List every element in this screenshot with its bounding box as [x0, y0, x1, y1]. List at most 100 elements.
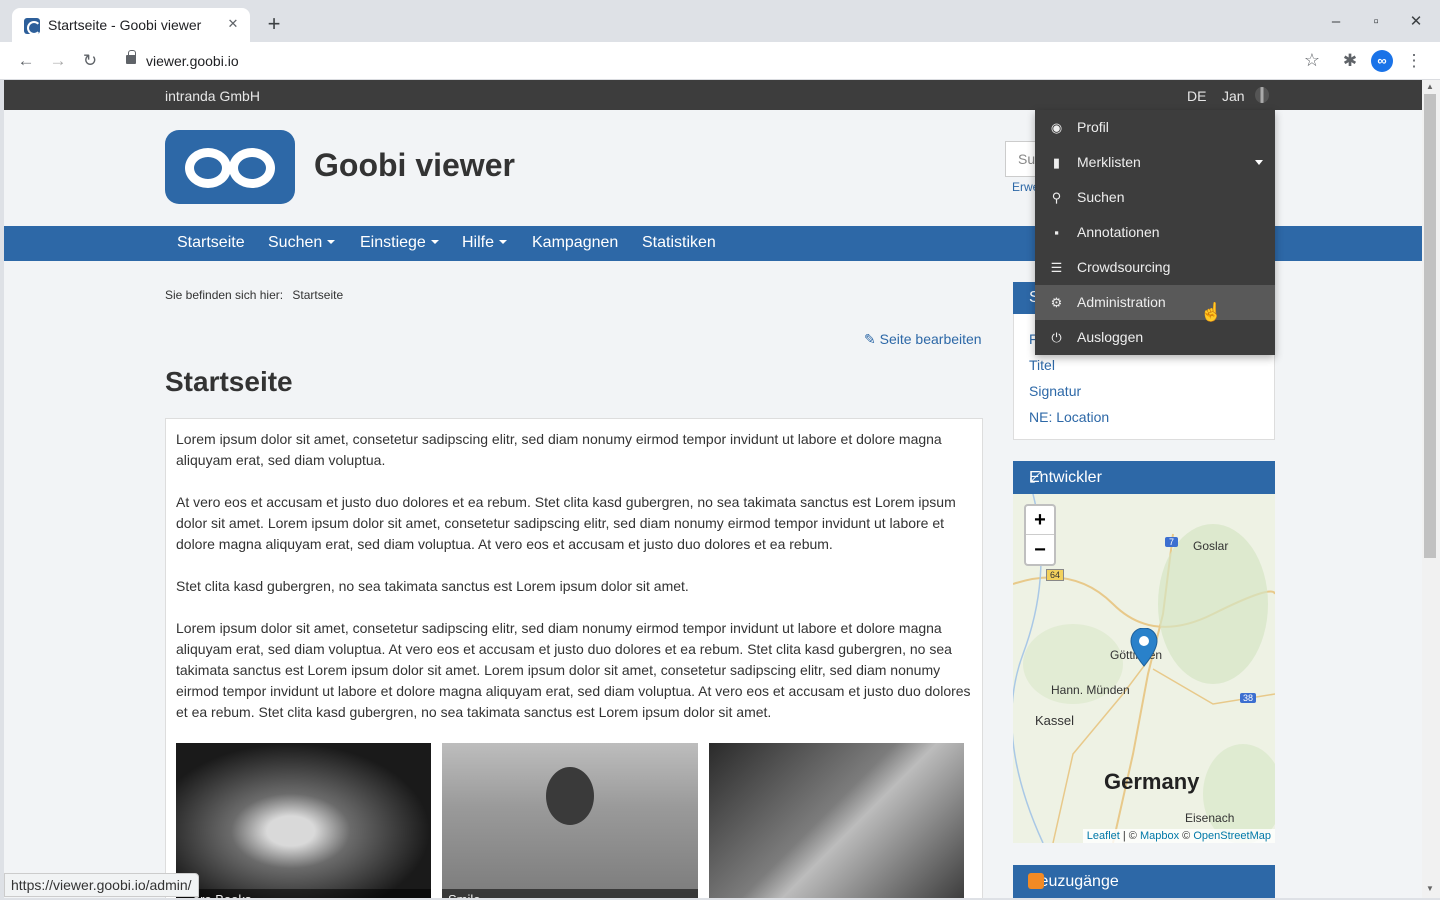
tab-close-icon[interactable]: ✕ [224, 15, 242, 33]
user-name[interactable]: Jan [1222, 88, 1245, 104]
page-title: Startseite [165, 366, 293, 397]
extensions-icon[interactable]: ✱ [1339, 50, 1361, 72]
map-label-hann-muenden: Hann. Münden [1051, 683, 1130, 697]
bookmark-star-icon[interactable]: ☆ [1304, 50, 1320, 71]
osm-link[interactable]: OpenStreetMap [1193, 830, 1271, 842]
rss-icon[interactable] [1028, 873, 1044, 889]
nav-kampagnen[interactable]: Kampagnen [532, 234, 618, 252]
url-text: viewer.goobi.io [146, 53, 239, 69]
nav-suchen[interactable]: Suchen [268, 234, 336, 252]
scrollbar-thumb[interactable] [1424, 94, 1436, 558]
reload-icon[interactable]: ↻ [79, 50, 101, 72]
org-name[interactable]: intranda GmbH [165, 88, 260, 104]
menu-item-administration[interactable]: ⚙ Administration [1035, 285, 1275, 320]
browser-tabstrip: Startseite - Goobi viewer ✕ + – ▫ ✕ [0, 0, 1440, 42]
map-label-kassel: Kassel [1035, 713, 1075, 728]
tab-title: Startseite - Goobi viewer [48, 17, 202, 33]
map-label-eisenach: Eisenach [1185, 811, 1235, 825]
bookmark-icon: ▮ [1052, 155, 1061, 170]
pencil-icon: ✎ [864, 331, 880, 347]
menu-item-suchen[interactable]: ⚲ Suchen [1035, 180, 1275, 215]
scroll-up-icon[interactable]: ▲ [1425, 82, 1435, 92]
menu-item-merklisten[interactable]: ▮ Merklisten [1035, 145, 1275, 180]
mapbox-link[interactable]: Mapbox [1140, 830, 1179, 842]
new-items-widget-header: Neuzugänge [1013, 865, 1275, 898]
hand-cursor-icon: ☝ [1200, 302, 1223, 322]
leaflet-link[interactable]: Leaflet [1087, 830, 1120, 842]
map-canvas[interactable]: + − 7 Goslar 64 Göttingen Hann. Münden 3… [1013, 494, 1275, 843]
zoom-out-button[interactable]: − [1026, 536, 1054, 565]
address-bar[interactable]: viewer.goobi.io ☆ [114, 46, 1328, 76]
menu-item-ausloggen[interactable]: ⏻ Ausloggen [1035, 320, 1275, 355]
road-shield: 7 [1165, 537, 1179, 547]
forward-icon[interactable]: → [47, 50, 69, 72]
lock-icon [126, 50, 136, 64]
cogs-icon: ⚙ [1050, 295, 1063, 310]
breadcrumb: Sie befinden sich hier: Startseite [165, 288, 343, 302]
close-window-icon[interactable]: ✕ [1406, 12, 1426, 32]
browser-tab[interactable]: Startseite - Goobi viewer ✕ [12, 8, 250, 42]
nav-statistiken[interactable]: Statistiken [642, 234, 716, 252]
goobi-logo[interactable] [165, 130, 295, 204]
scroll-down-icon[interactable]: ▼ [1425, 884, 1435, 894]
top-bar: intranda GmbH DE Jan [4, 80, 1422, 110]
zoom-control: + − [1024, 504, 1056, 566]
paragraph: Lorem ipsum dolor sit amet, consetetur s… [176, 620, 971, 720]
user-dropdown-menu: ◉ Profil ▮ Merklisten ⚲ Suchen ▪ Annotat… [1035, 110, 1275, 355]
map-widget-header: Entwickler ⤢ [1013, 461, 1275, 494]
menu-item-crowdsourcing[interactable]: ☰ Crowdsourcing [1035, 250, 1275, 285]
paragraph: Stet clita kasd gubergren, no sea takima… [176, 578, 689, 594]
caret-down-icon [1255, 160, 1263, 165]
breadcrumb-prefix: Sie befinden sich hier: [165, 288, 284, 302]
content-box: Lorem ipsum dolor sit amet, consetetur s… [165, 418, 983, 898]
maximize-icon[interactable]: ▫ [1366, 12, 1386, 32]
thumbnail-caption: ...ore Books [176, 889, 431, 898]
power-icon: ⏻ [1051, 330, 1062, 345]
thumbnail-hands[interactable] [709, 743, 964, 898]
nav-startseite[interactable]: Startseite [177, 234, 245, 252]
widget-link[interactable]: Signatur [1029, 383, 1081, 399]
road-shield: 38 [1240, 693, 1257, 703]
widget-link[interactable]: NE: Location [1029, 409, 1109, 425]
map-label-goslar: Goslar [1193, 539, 1229, 553]
map-widget: Entwickler ⤢ + − 7 Goslar 64 Göttingen [1013, 461, 1275, 843]
goobi-favicon-icon [24, 18, 41, 35]
thumbnail-smile[interactable]: Smile [442, 743, 698, 898]
paragraph: Lorem ipsum dolor sit amet, consetetur s… [176, 431, 942, 468]
profile-icon[interactable]: ∞ [1371, 50, 1393, 72]
photo-face [546, 767, 594, 825]
browser-menu-icon[interactable]: ⋮ [1403, 50, 1425, 72]
caret-down-icon [499, 240, 508, 244]
search-placeholder: Su [1018, 151, 1036, 167]
map-label-germany: Germany [1104, 769, 1200, 794]
road-shield: 64 [1046, 569, 1065, 581]
site-title[interactable]: Goobi viewer [314, 147, 515, 184]
status-bar-url: https://viewer.goobi.io/admin/ [4, 873, 199, 897]
widget-link[interactable]: Titel [1029, 357, 1055, 373]
sticky-note-icon: ▪ [1054, 225, 1059, 240]
logo-ring-left [185, 148, 231, 188]
caret-down-icon [327, 240, 336, 244]
breadcrumb-current[interactable]: Startseite [292, 288, 343, 302]
new-tab-icon[interactable]: + [262, 13, 286, 37]
expand-icon[interactable]: ⤢ [1029, 469, 1261, 487]
nav-einstiege[interactable]: Einstiege [360, 234, 439, 252]
thumbnail-books[interactable]: ...ore Books [176, 743, 431, 898]
language-switch[interactable]: DE [1187, 88, 1206, 104]
paragraph: At vero eos et accusam et justo duo dolo… [176, 494, 956, 552]
zoom-in-button[interactable]: + [1026, 506, 1054, 535]
user-avatar-icon[interactable] [1255, 87, 1269, 103]
web-page: intranda GmbH DE Jan Goobi viewer Su Erw… [4, 80, 1422, 898]
user-circle-icon: ◉ [1050, 120, 1063, 135]
thumbnail-caption: Smile [442, 889, 698, 898]
menu-item-annotationen[interactable]: ▪ Annotationen [1035, 215, 1275, 250]
browser-toolbar: ← → ↻ viewer.goobi.io ☆ ✱ ∞ ⋮ [0, 42, 1440, 80]
back-icon[interactable]: ← [15, 50, 37, 72]
minimize-icon[interactable]: – [1326, 12, 1346, 32]
nav-hilfe[interactable]: Hilfe [462, 234, 508, 252]
search-icon: ⚲ [1051, 190, 1062, 205]
list-icon: ☰ [1050, 260, 1063, 275]
edit-page-link[interactable]: ✎ Seite bearbeiten [864, 331, 982, 348]
map-marker-icon[interactable] [1130, 628, 1158, 668]
menu-item-profil[interactable]: ◉ Profil [1035, 110, 1275, 145]
